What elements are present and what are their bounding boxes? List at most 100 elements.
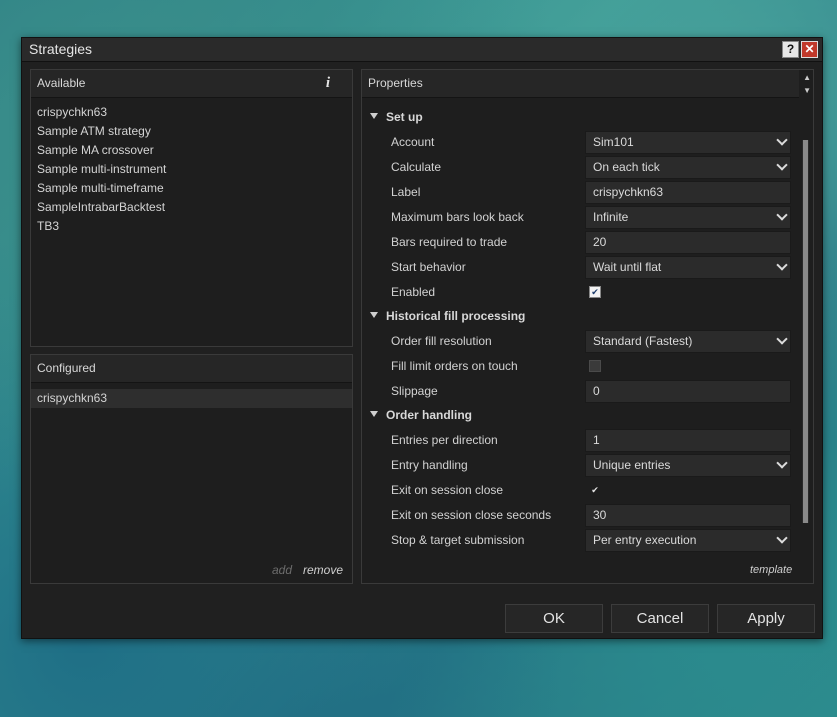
prop-value-text: Standard (Fastest) — [593, 334, 693, 348]
prop-row-start-behavior: Start behavior Wait until flat — [362, 255, 798, 280]
exit-seconds-input[interactable]: 30 — [585, 504, 791, 527]
prop-row-calculate: Calculate On each tick — [362, 155, 798, 180]
stop-target-select[interactable]: Per entry execution — [585, 529, 791, 552]
collapse-caret-icon[interactable] — [370, 411, 378, 417]
prop-label: Exit on session close seconds — [391, 508, 552, 522]
available-item[interactable]: Sample multi-timeframe — [31, 179, 352, 198]
order-fill-select[interactable]: Standard (Fastest) — [585, 330, 791, 353]
section-historical-fill[interactable]: Historical fill processing — [362, 305, 798, 329]
exit-session-cell: ✔ — [585, 479, 791, 502]
account-select[interactable]: Sim101 — [585, 131, 791, 154]
section-label: Order handling — [386, 408, 473, 422]
scroll-up-icon[interactable]: ▲ — [803, 73, 811, 82]
prop-row-entries-per-direction: Entries per direction 1 — [362, 428, 798, 453]
prop-value-text: On each tick — [593, 160, 660, 174]
enabled-checkbox[interactable]: ✔ — [589, 286, 601, 298]
prop-row-exit-session: Exit on session close ✔ — [362, 478, 798, 503]
prop-row-slippage: Slippage 0 — [362, 379, 798, 404]
fill-limit-cell — [585, 355, 791, 378]
prop-label: Stop & target submission — [391, 533, 525, 547]
available-header: Available i — [31, 70, 352, 98]
title-bar[interactable]: Strategies ? ✕ — [22, 38, 822, 62]
collapse-caret-icon[interactable] — [370, 113, 378, 119]
prop-value-text: Infinite — [593, 210, 629, 224]
strategies-window: Strategies ? ✕ Available i crispychkn63 … — [21, 37, 823, 639]
section-label: Historical fill processing — [386, 309, 526, 323]
collapse-caret-icon[interactable] — [370, 312, 378, 318]
enabled-cell: ✔ — [585, 281, 791, 304]
properties-panel: Properties ▲ ▼ Set up Account Sim101 Cal… — [361, 69, 814, 584]
add-link[interactable]: add — [272, 563, 292, 577]
available-item[interactable]: Sample MA crossover — [31, 141, 352, 160]
prop-label: Account — [391, 135, 435, 149]
chevron-down-icon[interactable] — [776, 134, 788, 146]
entry-handling-select[interactable]: Unique entries — [585, 454, 791, 477]
slippage-input[interactable]: 0 — [585, 380, 791, 403]
prop-value-text: crispychkn63 — [593, 185, 664, 199]
prop-label: Fill limit orders on touch — [391, 359, 518, 373]
calculate-select[interactable]: On each tick — [585, 156, 791, 179]
available-item[interactable]: SampleIntrabarBacktest — [31, 198, 352, 217]
template-link[interactable]: template — [750, 564, 792, 576]
configured-item[interactable]: crispychkn63 — [31, 389, 352, 408]
section-set-up[interactable]: Set up — [362, 106, 798, 130]
apply-button[interactable]: Apply — [717, 604, 815, 633]
info-icon[interactable]: i — [326, 70, 330, 97]
chevron-down-icon[interactable] — [776, 333, 788, 345]
available-item[interactable]: Sample ATM strategy — [31, 122, 352, 141]
available-item[interactable]: crispychkn63 — [31, 103, 352, 122]
prop-value-text: 1 — [593, 433, 600, 447]
prop-row-account: Account Sim101 — [362, 130, 798, 155]
chevron-down-icon[interactable] — [776, 259, 788, 271]
bars-required-input[interactable]: 20 — [585, 231, 791, 254]
prop-label: Enabled — [391, 285, 436, 299]
prop-value-text: Wait until flat — [593, 260, 662, 274]
section-order-handling[interactable]: Order handling — [362, 404, 798, 428]
available-panel: Available i crispychkn63 Sample ATM stra… — [30, 69, 353, 347]
prop-value-text: 20 — [593, 235, 607, 249]
start-behavior-select[interactable]: Wait until flat — [585, 256, 791, 279]
prop-value-text: 0 — [593, 384, 600, 398]
available-item[interactable]: TB3 — [31, 217, 352, 236]
prop-row-exit-seconds: Exit on session close seconds 30 — [362, 503, 798, 528]
properties-title: Properties — [368, 76, 423, 90]
available-title: Available — [37, 76, 86, 90]
ok-button[interactable]: OK — [505, 604, 603, 633]
prop-value-text: 30 — [593, 508, 607, 522]
prop-label: Exit on session close — [391, 483, 504, 497]
available-list: crispychkn63 Sample ATM strategy Sample … — [31, 103, 352, 236]
prop-row-fill-limit: Fill limit orders on touch — [362, 354, 798, 379]
entries-per-direction-input[interactable]: 1 — [585, 429, 791, 452]
prop-label: Entry handling — [391, 458, 468, 472]
configured-panel: Configured crispychkn63 add remove — [30, 354, 353, 584]
scroll-down-icon[interactable]: ▼ — [803, 86, 811, 95]
configured-title: Configured — [37, 361, 96, 375]
prop-row-enabled: Enabled ✔ — [362, 280, 798, 305]
fill-limit-checkbox[interactable] — [589, 360, 601, 372]
chevron-down-icon[interactable] — [776, 159, 788, 171]
exit-session-checkbox[interactable]: ✔ — [589, 484, 601, 496]
label-input[interactable]: crispychkn63 — [585, 181, 791, 204]
help-icon[interactable]: ? — [782, 41, 799, 58]
prop-row-order-fill: Order fill resolution Standard (Fastest) — [362, 329, 798, 354]
prop-label: Maximum bars look back — [391, 210, 524, 224]
configured-header: Configured — [31, 355, 352, 383]
scrollbar-thumb[interactable] — [803, 140, 808, 523]
chevron-down-icon[interactable] — [776, 457, 788, 469]
section-label: Set up — [386, 110, 423, 124]
prop-value-text: Per entry execution — [593, 533, 697, 547]
prop-label: Order fill resolution — [391, 334, 492, 348]
prop-row-label: Label crispychkn63 — [362, 180, 798, 205]
chevron-down-icon[interactable] — [776, 209, 788, 221]
cancel-button[interactable]: Cancel — [611, 604, 709, 633]
chevron-down-icon[interactable] — [776, 532, 788, 544]
prop-label: Label — [391, 185, 421, 199]
close-icon[interactable]: ✕ — [801, 41, 818, 58]
properties-scrollbar[interactable] — [802, 140, 809, 523]
prop-row-entry-handling: Entry handling Unique entries — [362, 453, 798, 478]
max-bars-select[interactable]: Infinite — [585, 206, 791, 229]
prop-label: Calculate — [391, 160, 442, 174]
available-item[interactable]: Sample multi-instrument — [31, 160, 352, 179]
prop-value-text: Unique entries — [593, 458, 671, 472]
remove-link[interactable]: remove — [303, 563, 343, 577]
